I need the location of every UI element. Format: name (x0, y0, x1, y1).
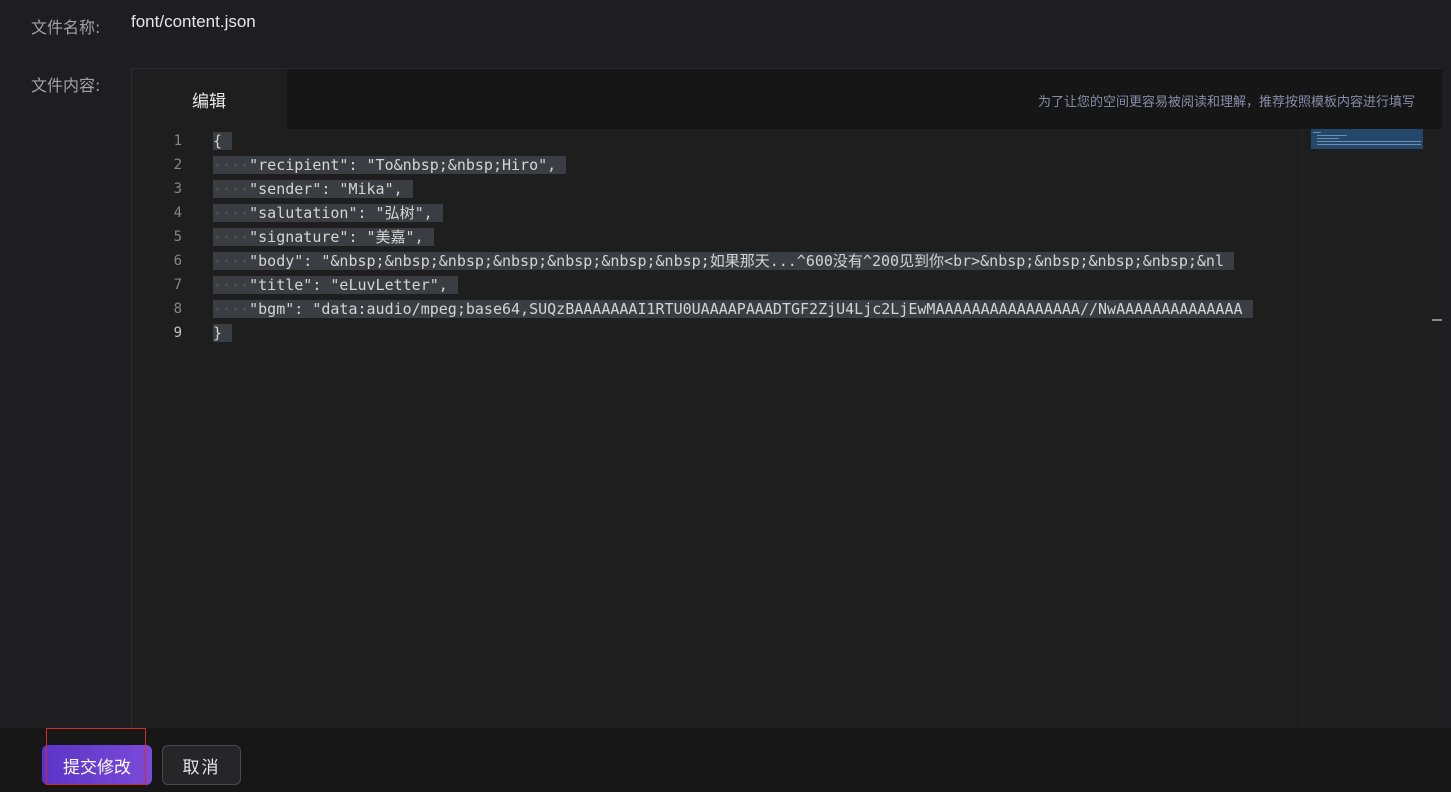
cancel-button[interactable]: 取消 (162, 745, 241, 785)
line-number: 1 (173, 133, 182, 149)
code-line: ····"salutation": "弘树", (213, 201, 443, 225)
code-line: ····"bgm": "data:audio/mpeg;base64,SUQzB… (213, 297, 1253, 321)
filename-label: 文件名称: (31, 18, 101, 37)
code-line: ····"signature": "美嘉", (213, 225, 434, 249)
minimap-line (1317, 135, 1347, 136)
code-line: { (213, 129, 233, 153)
code-line: ····"sender": "Mika", (213, 177, 413, 201)
minimap-line (1317, 138, 1339, 139)
code-line: ····"recipient": "To&nbsp;&nbsp;Hiro", (213, 153, 567, 177)
line-number: 9 (173, 325, 182, 341)
minimap-viewport[interactable] (1311, 129, 1423, 149)
line-number: 6 (173, 253, 182, 269)
minimap[interactable] (1302, 129, 1432, 729)
vertical-scrollbar[interactable] (1432, 129, 1442, 729)
submit-changes-button[interactable]: 提交修改 (42, 745, 152, 785)
minimap-line (1313, 132, 1321, 133)
code-line: ····"body": "&nbsp;&nbsp;&nbsp;&nbsp;&nb… (213, 249, 1234, 273)
editor-tabbar: 编辑 为了让您的空间更容易被阅读和理解，推荐按照模板内容进行填写 (132, 69, 1442, 129)
code-editor[interactable]: 编辑 为了让您的空间更容易被阅读和理解，推荐按照模板内容进行填写 1 2 3 4… (131, 68, 1442, 729)
content-label: 文件内容: (31, 76, 101, 95)
code-text-area[interactable]: 1 2 3 4 5 6 7 8 9 { ····"recipient": "To… (132, 129, 1302, 729)
minimap-line (1317, 141, 1421, 142)
tab-edit[interactable]: 编辑 (132, 69, 287, 129)
code-line: ····"title": "eLuvLetter", (213, 273, 458, 297)
minimap-line (1317, 144, 1421, 145)
template-hint: 为了让您的空间更容易被阅读和理解，推荐按照模板内容进行填写 (1037, 95, 1415, 110)
file-edit-page: 文件名称: font/content.json 文件内容: 编辑 为了让您的空间… (0, 0, 1451, 792)
code-line: } (213, 321, 233, 345)
line-number: 2 (173, 157, 182, 173)
line-number: 3 (173, 181, 182, 197)
filename-value: font/content.json (131, 12, 256, 31)
editor-tabbar-fill: 为了让您的空间更容易被阅读和理解，推荐按照模板内容进行填写 (287, 69, 1442, 129)
line-number: 7 (173, 277, 182, 293)
scrollbar-cursor-mark (1432, 319, 1442, 321)
line-number-gutter: 1 2 3 4 5 6 7 8 9 (132, 129, 194, 729)
line-number: 8 (173, 301, 182, 317)
line-number: 5 (173, 229, 182, 245)
line-number: 4 (173, 205, 182, 221)
